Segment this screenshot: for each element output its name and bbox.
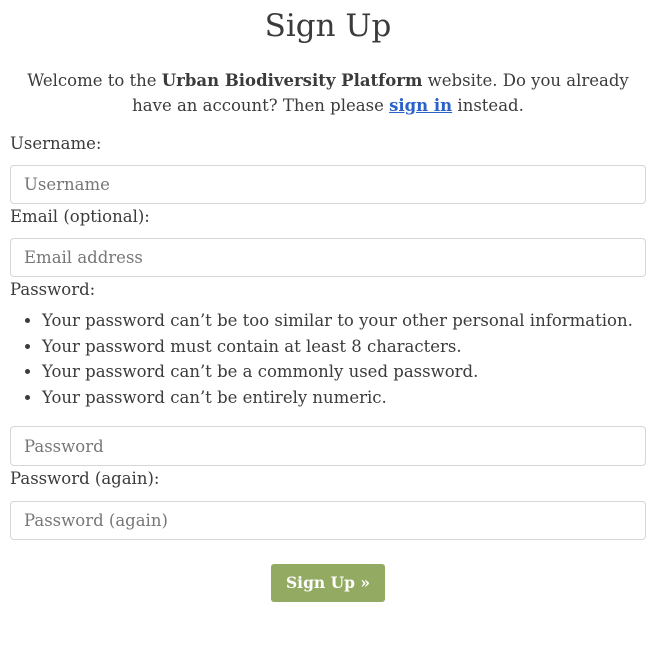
intro-text: Welcome to the Urban Biodiversity Platfo… bbox=[10, 68, 646, 118]
password-help-list: Your password can’t be too similar to yo… bbox=[10, 308, 646, 410]
username-input[interactable] bbox=[10, 165, 646, 204]
password-input[interactable] bbox=[10, 426, 646, 467]
sign-in-link[interactable]: sign in bbox=[389, 96, 452, 115]
intro-suffix: instead. bbox=[452, 96, 524, 115]
password-label: Password: bbox=[10, 280, 96, 299]
signup-form: Username: Email (optional): Password: Yo… bbox=[10, 133, 646, 603]
site-name: Urban Biodiversity Platform bbox=[161, 71, 423, 90]
signup-page: Sign Up Welcome to the Urban Biodiversit… bbox=[0, 0, 671, 603]
email-input[interactable] bbox=[10, 238, 646, 277]
sign-up-button[interactable]: Sign Up » bbox=[270, 564, 386, 603]
email-label: Email (optional): bbox=[10, 207, 150, 226]
submit-container: Sign Up » bbox=[10, 564, 646, 603]
username-label: Username: bbox=[10, 134, 102, 153]
password-help-item: Your password can’t be too similar to yo… bbox=[42, 308, 646, 334]
password-help-item: Your password can’t be a commonly used p… bbox=[42, 359, 646, 385]
password-help-item: Your password must contain at least 8 ch… bbox=[42, 334, 646, 360]
password-again-label: Password (again): bbox=[10, 469, 160, 489]
password-again-input[interactable] bbox=[10, 501, 646, 541]
password-help-item: Your password can’t be entirely numeric. bbox=[42, 385, 646, 411]
page-title: Sign Up bbox=[264, 8, 392, 44]
intro-prefix: Welcome to the bbox=[27, 71, 162, 90]
